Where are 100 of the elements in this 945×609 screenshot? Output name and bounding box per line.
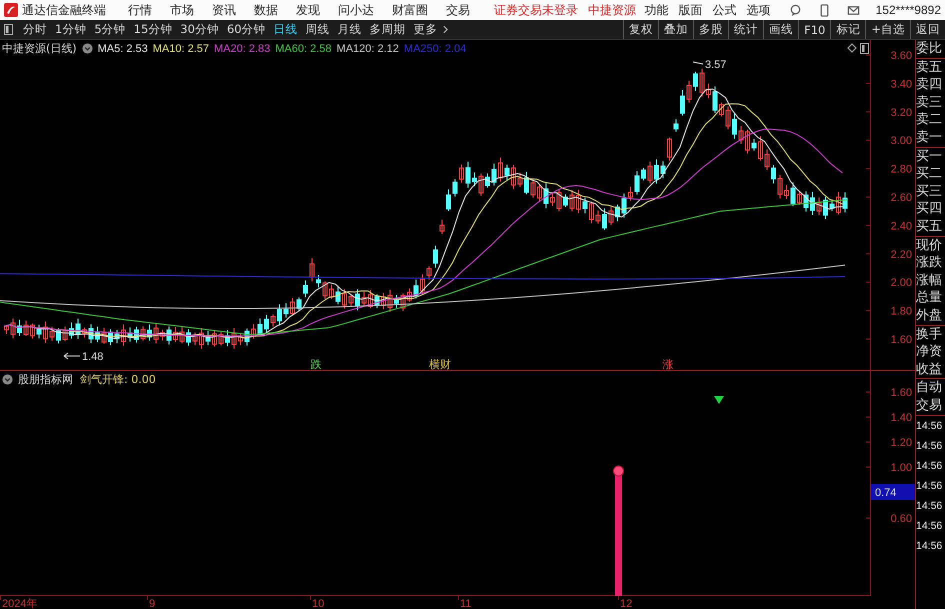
candlestick: [388, 289, 392, 312]
menu-item[interactable]: 交易: [446, 2, 470, 18]
candlestick: [440, 219, 444, 235]
menu-item[interactable]: 问小达: [338, 2, 374, 18]
candlestick: [43, 321, 48, 344]
candlestick: [712, 86, 718, 114]
phone-icon[interactable]: [818, 4, 831, 16]
chevron-icon[interactable]: [2, 374, 13, 385]
period-tab[interactable]: 更多: [410, 20, 442, 38]
candlestick: [76, 318, 80, 340]
candlestick: [212, 330, 217, 348]
date-tick: 10: [312, 598, 324, 609]
date-tick: 12: [620, 598, 632, 609]
candlestick: [186, 328, 191, 346]
trade-time: 14:56: [916, 519, 944, 534]
candlestick: [95, 326, 100, 343]
menu-item[interactable]: 选项: [746, 2, 771, 18]
candlestick: [62, 326, 68, 342]
candlestick: [316, 274, 321, 288]
candlestick: [693, 71, 698, 92]
chevron-icon[interactable]: [82, 43, 93, 54]
candlestick: [147, 324, 152, 342]
low-price-label: 1.48: [82, 351, 104, 363]
candlestick: [804, 190, 808, 212]
price-tick: 1.80: [890, 306, 912, 318]
caret-icon[interactable]: [442, 25, 448, 34]
candlestick: [10, 318, 16, 339]
menu-item[interactable]: 数据: [254, 2, 278, 18]
candlestick: [518, 172, 522, 188]
candlestick: [322, 280, 328, 300]
candlestick: [24, 320, 28, 336]
candlestick: [674, 118, 678, 132]
candlestick: [82, 327, 87, 338]
candlestick: [504, 164, 510, 181]
period-tab[interactable]: 多周期: [366, 20, 410, 38]
panel-toggle-icon[interactable]: [4, 24, 13, 35]
menu-item[interactable]: 资讯: [212, 2, 236, 18]
candlestick: [745, 129, 750, 154]
candlestick: [719, 102, 724, 117]
quote-label: 卖二: [916, 111, 943, 129]
menu-item[interactable]: 发现: [296, 2, 320, 18]
period-tab[interactable]: 月线: [334, 20, 366, 38]
candlestick: [30, 323, 35, 340]
quote-label: 买五: [916, 218, 943, 236]
candlestick: [764, 148, 770, 170]
price-tick: 2.20: [890, 248, 912, 261]
period-tab[interactable]: 60分钟: [222, 20, 270, 38]
menu-item[interactable]: 版面: [678, 2, 703, 18]
candlestick: [738, 126, 744, 145]
candlestick: [550, 192, 555, 206]
candlestick: [459, 164, 464, 184]
candlestick: [686, 80, 692, 103]
notice-link[interactable]: 中捷资源: [588, 2, 636, 18]
account-number[interactable]: 152****9892: [876, 3, 941, 17]
period-tab[interactable]: 30分钟: [176, 20, 223, 38]
candlestick: [771, 164, 776, 184]
candlestick: [4, 324, 9, 334]
notice-link[interactable]: 证券交易未登录: [494, 2, 578, 18]
price-tick: 2.60: [890, 192, 912, 204]
candlestick: [498, 157, 503, 182]
candlestick: [570, 190, 574, 212]
candlestick: [758, 136, 763, 162]
period-tab[interactable]: 1分钟: [51, 20, 90, 38]
indicator-title: 股朋指标网: [18, 372, 73, 387]
price-tick: 3.40: [890, 78, 912, 90]
candlestick: [17, 319, 22, 336]
period-tab[interactable]: 5分钟: [90, 20, 130, 38]
candlestick: [556, 188, 562, 212]
candlestick: [628, 186, 633, 202]
candlestick: [192, 332, 198, 346]
chat-icon[interactable]: [788, 4, 802, 16]
price-tick: 2.40: [890, 220, 912, 232]
indicator-tick: 1.00: [890, 462, 912, 474]
menu-item[interactable]: 公式: [712, 2, 737, 18]
candlestick: [102, 327, 106, 344]
menu-item[interactable]: 财富圈: [392, 2, 428, 18]
candlestick: [69, 322, 74, 340]
candlestick: [778, 174, 782, 199]
price-tick: 3.00: [890, 135, 912, 148]
candlestick: [374, 294, 380, 309]
candlestick: [381, 292, 386, 310]
candlestick: [264, 314, 269, 334]
candlestick: [530, 178, 536, 198]
period-tab[interactable]: 周线: [302, 20, 334, 38]
price-tick: 3.20: [890, 106, 912, 119]
candlestick: [244, 328, 250, 346]
period-tab[interactable]: 15分钟: [130, 20, 176, 38]
quote-label: 外盘: [916, 306, 943, 324]
candlestick: [284, 302, 288, 318]
candlestick: [88, 324, 94, 344]
panel-toggle-icon[interactable]: [860, 43, 869, 54]
menu-item[interactable]: 功能: [644, 2, 669, 18]
period-tab[interactable]: 日线: [270, 20, 302, 38]
period-tab[interactable]: 分时: [19, 20, 51, 38]
mail-icon[interactable]: [846, 4, 860, 16]
menu-item[interactable]: 行情: [128, 2, 152, 18]
candlestick: [420, 274, 425, 296]
moving-average-value: MA120: 2.12: [336, 42, 399, 54]
menu-item[interactable]: 市场: [170, 2, 194, 18]
diamond-icon[interactable]: [847, 43, 857, 53]
